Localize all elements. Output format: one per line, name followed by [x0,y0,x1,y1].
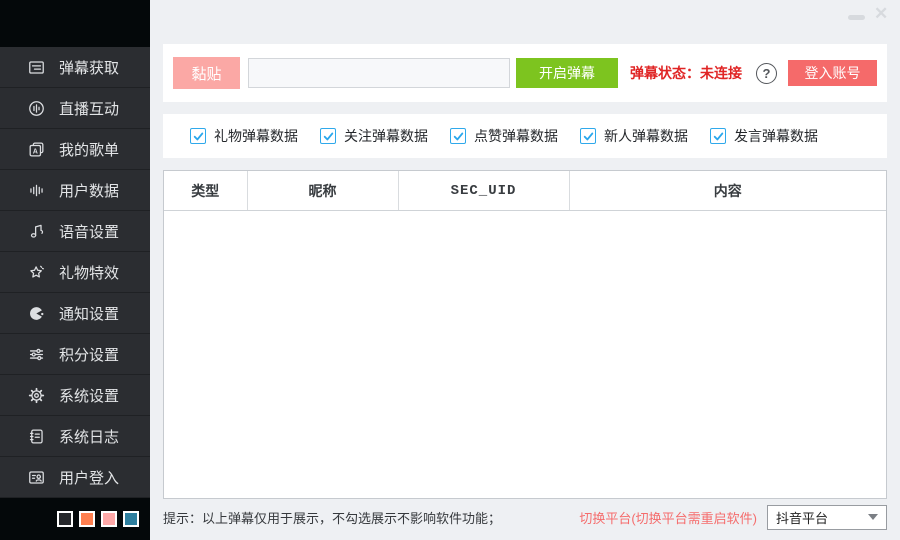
paste-button[interactable]: 黏贴 [173,57,240,89]
hint-text: 提示：以上弹幕仅用于展示，不勾选展示不影响软件功能； [163,508,501,527]
sidebar-item-system-settings[interactable]: 系统设置 [0,375,150,416]
sidebar-item-points-settings[interactable]: 积分设置 [0,334,150,375]
sidebar-item-gift-effects[interactable]: 礼物特效 [0,252,150,293]
user-data-icon [27,181,46,200]
close-icon[interactable]: ✕ [874,4,888,24]
sidebar-item-user-data[interactable]: 用户数据 [0,170,150,211]
filter-checkbox[interactable]: 点赞弹幕数据 [450,126,558,146]
table-header-1: 昵称 [247,171,398,211]
switch-platform-text: 切换平台(切换平台需重启软件) [579,508,757,527]
filter-panel: 礼物弹幕数据 关注弹幕数据 点赞弹幕数据 新人弹幕数据 发言弹幕数据 [163,114,887,158]
chevron-down-icon [868,514,878,520]
login-account-button[interactable]: 登入账号 [788,60,877,86]
room-url-input[interactable] [248,58,510,88]
sidebar-item-label: 通知设置 [59,303,119,324]
platform-select[interactable]: 抖音平台 [767,505,887,530]
system-settings-icon [27,386,46,405]
filter-checkbox[interactable]: 关注弹幕数据 [320,126,428,146]
sidebar-item-label: 积分设置 [59,344,119,365]
system-log-icon [27,427,46,446]
sidebar-menu: 弹幕获取直播互动 A 我的歌单用户数据语音设置礼物特效通知设置积分设置系统设置系统日… [0,47,150,498]
connect-panel: 黏贴 开启弹幕 弹幕状态：未连接 ? 登入账号 [163,44,887,102]
user-login-icon [27,468,46,487]
minimize-button[interactable] [848,15,865,20]
gift-effects-icon [27,263,46,282]
filter-checkbox[interactable]: 礼物弹幕数据 [190,126,298,146]
checkbox-checked-icon [190,128,206,144]
sidebar-item-playlist[interactable]: A 我的歌单 [0,129,150,170]
table-header-0: 类型 [164,171,247,211]
theme-swatch-1[interactable] [79,511,95,527]
voice-settings-icon [27,222,46,241]
theme-swatch-0[interactable] [57,511,73,527]
app-window: 弹幕获取直播互动 A 我的歌单用户数据语音设置礼物特效通知设置积分设置系统设置系统日… [0,0,900,540]
checkbox-checked-icon [710,128,726,144]
sidebar-item-label: 语音设置 [59,221,119,242]
footer-bar: 提示：以上弹幕仅用于展示，不勾选展示不影响软件功能； 切换平台(切换平台需重启软… [163,502,887,532]
theme-swatch-3[interactable] [123,511,139,527]
checkbox-checked-icon [580,128,596,144]
sidebar-item-danmaku-list[interactable]: 弹幕获取 [0,47,150,88]
danmaku-table: 类型昵称SEC_UID内容 [163,170,887,499]
theme-swatches [0,498,150,540]
live-interact-icon [27,99,46,118]
sidebar-item-system-log[interactable]: 系统日志 [0,416,150,457]
notification-settings-icon [27,304,46,323]
sidebar-item-label: 弹幕获取 [59,57,119,78]
danmaku-list-icon [27,58,46,77]
filter-label: 发言弹幕数据 [734,126,818,146]
table-header-2: SEC_UID [398,171,569,211]
table-header-row: 类型昵称SEC_UID内容 [164,171,886,211]
svg-text:A: A [33,147,38,155]
filter-label: 点赞弹幕数据 [474,126,558,146]
danmaku-status-text: 弹幕状态：未连接 [630,63,742,83]
sidebar-item-label: 用户登入 [59,467,119,488]
sidebar-item-voice-settings[interactable]: 语音设置 [0,211,150,252]
sidebar-item-notification-settings[interactable]: 通知设置 [0,293,150,334]
platform-select-value: 抖音平台 [776,508,828,527]
theme-swatch-2[interactable] [101,511,117,527]
points-settings-icon [27,345,46,364]
sidebar-item-user-login[interactable]: 用户登入 [0,457,150,498]
sidebar-item-label: 系统设置 [59,385,119,406]
sidebar-item-label: 用户数据 [59,180,119,201]
filter-checkbox[interactable]: 新人弹幕数据 [580,126,688,146]
sidebar-item-label: 直播互动 [59,98,119,119]
table-body-empty [164,211,886,214]
table-header-3: 内容 [569,171,886,211]
filter-label: 关注弹幕数据 [344,126,428,146]
sidebar-item-label: 系统日志 [59,426,119,447]
filter-label: 新人弹幕数据 [604,126,688,146]
start-danmaku-button[interactable]: 开启弹幕 [516,58,618,88]
checkbox-checked-icon [320,128,336,144]
sidebar-item-label: 礼物特效 [59,262,119,283]
sidebar-item-live-interact[interactable]: 直播互动 [0,88,150,129]
filter-checkbox[interactable]: 发言弹幕数据 [710,126,818,146]
playlist-icon: A [27,140,46,159]
filter-label: 礼物弹幕数据 [214,126,298,146]
sidebar-item-label: 我的歌单 [59,139,119,160]
help-icon[interactable]: ? [756,63,777,84]
sidebar: 弹幕获取直播互动 A 我的歌单用户数据语音设置礼物特效通知设置积分设置系统设置系统日… [0,0,150,540]
logo-area [0,0,150,47]
checkbox-checked-icon [450,128,466,144]
